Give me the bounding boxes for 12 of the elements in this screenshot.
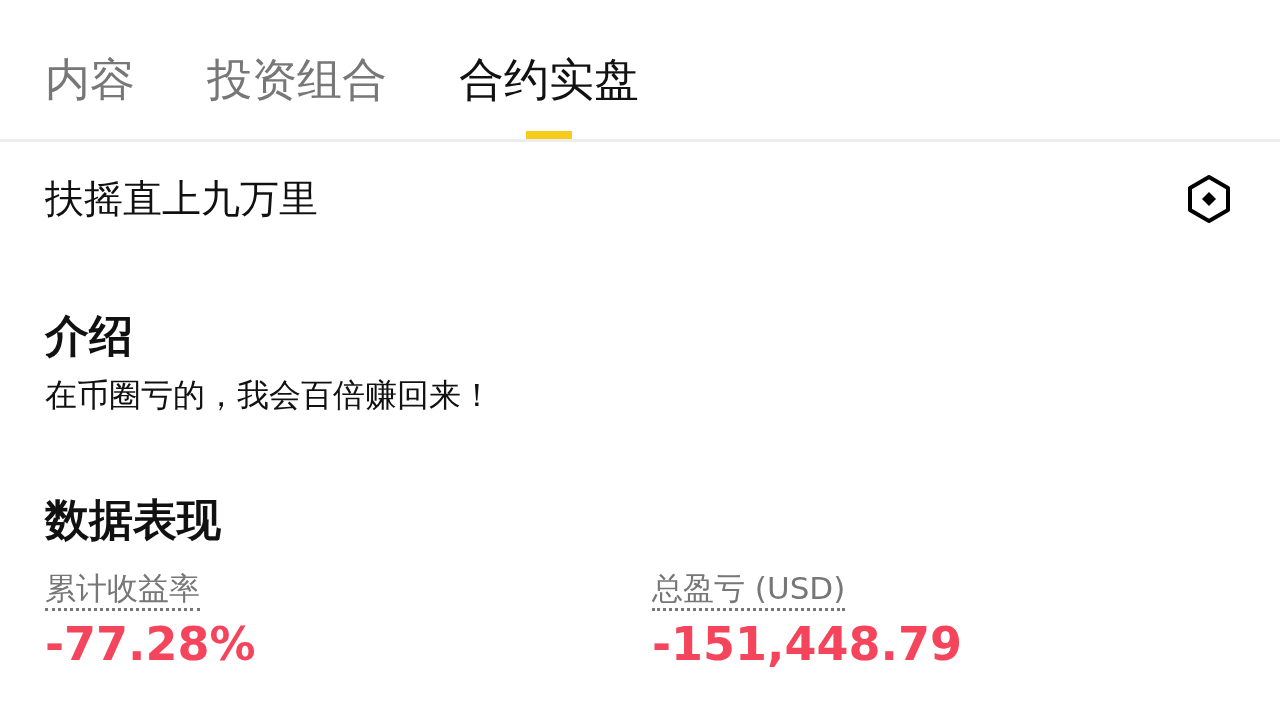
section-title: 数据表现 (43, 493, 222, 547)
profile-name: 扶摇直上九万里 (45, 175, 318, 223)
stat-label[interactable]: 总盈亏 (USD) (652, 568, 846, 611)
stat-label[interactable]: 累计收益率 (45, 568, 200, 611)
tab[interactable]: 合约实盘 (459, 50, 639, 139)
stat-value: -151,448.79 (652, 617, 963, 671)
section-title: 介绍 (43, 309, 134, 363)
tab[interactable]: 内容 (45, 50, 135, 139)
tab[interactable]: 投资组合 (207, 50, 387, 139)
hexagon-icon[interactable] (1186, 174, 1232, 224)
stat-value: -77.28% (45, 617, 256, 671)
intro-text: 在币圈亏的，我会百倍赚回来！ (44, 375, 494, 416)
